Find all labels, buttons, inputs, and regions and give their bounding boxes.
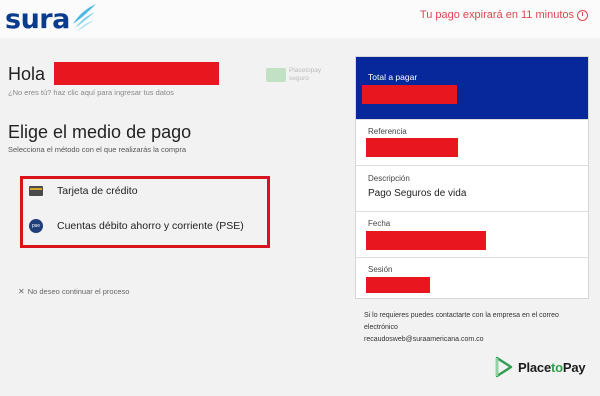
sura-logo: sura [5, 3, 97, 35]
method-label: Tarjeta de crédito [57, 185, 138, 197]
top-bar: sura Tu pago expirará en 11 minutos [0, 0, 600, 38]
session-label: Sesión [368, 265, 393, 274]
cancel-process-link[interactable]: ✕ No deseo continuar el proceso [18, 287, 129, 296]
timer-text: Tu pago expirará en 11 minutos [419, 9, 574, 21]
logo-text: sura [5, 4, 70, 35]
date-row: Fecha [356, 211, 588, 257]
main-content: Hola ¿No eres tú? haz clic aquí para ing… [0, 38, 350, 396]
brand-text: PlacetoPay [518, 359, 586, 375]
greeting-text: Hola [8, 64, 46, 84]
pse-icon: pse [29, 219, 43, 233]
reference-label: Referencia [368, 127, 407, 136]
reference-row: Referencia [356, 119, 588, 165]
payment-summary-panel: Total a pagar Referencia Descripción Pag… [355, 56, 589, 299]
total-label: Total a pagar [368, 72, 418, 82]
contact-email[interactable]: recaudosweb@suraamericana.com.co [364, 334, 588, 346]
wing-icon [72, 3, 96, 31]
total-section: Total a pagar [356, 57, 588, 119]
payment-method-subtitle: Selecciona el método con el que realizar… [8, 145, 187, 154]
payment-method-title: Elige el medio de pago [8, 122, 192, 142]
method-pse[interactable]: pse Cuentas débito ahorro y corriente (P… [29, 219, 244, 233]
not-you-link[interactable]: ¿No eres tú? haz clic aquí para ingresar… [8, 88, 174, 97]
redacted-total [362, 85, 457, 104]
redacted-date [366, 231, 486, 250]
date-label: Fecha [368, 219, 391, 228]
contact-text: Si lo requieres puedes contactarte con l… [364, 312, 559, 331]
close-icon: ✕ [18, 287, 25, 296]
description-row: Descripción Pago Seguros de vida [356, 165, 588, 211]
description-label: Descripción [368, 174, 410, 183]
description-value: Pago Seguros de vida [368, 188, 467, 199]
greeting: Hola [8, 64, 45, 85]
method-credit-card[interactable]: Tarjeta de crédito [29, 185, 138, 197]
contact-info: Si lo requieres puedes contactarte con l… [364, 310, 588, 346]
cancel-text: No deseo continuar el proceso [27, 287, 130, 296]
session-row: Sesión [356, 257, 588, 299]
placetopay-logo: PlacetoPay [494, 356, 586, 378]
placetopay-badge: Placetopay seguro [266, 67, 321, 83]
payment-methods-box: Tarjeta de crédito pse Cuentas débito ah… [20, 176, 270, 248]
redacted-reference [366, 138, 458, 157]
badge-line-1: Placetopay [289, 67, 322, 74]
credit-card-icon [29, 186, 43, 196]
clock-icon [577, 9, 588, 21]
placetopay-mark-icon [495, 356, 513, 378]
method-label: Cuentas débito ahorro y corriente (PSE) [57, 220, 244, 232]
badge-line-2: seguro [289, 75, 309, 82]
expiration-timer: Tu pago expirará en 11 minutos [420, 9, 588, 21]
badge-icon [266, 68, 286, 82]
redacted-name [54, 62, 219, 85]
redacted-session [366, 277, 430, 293]
